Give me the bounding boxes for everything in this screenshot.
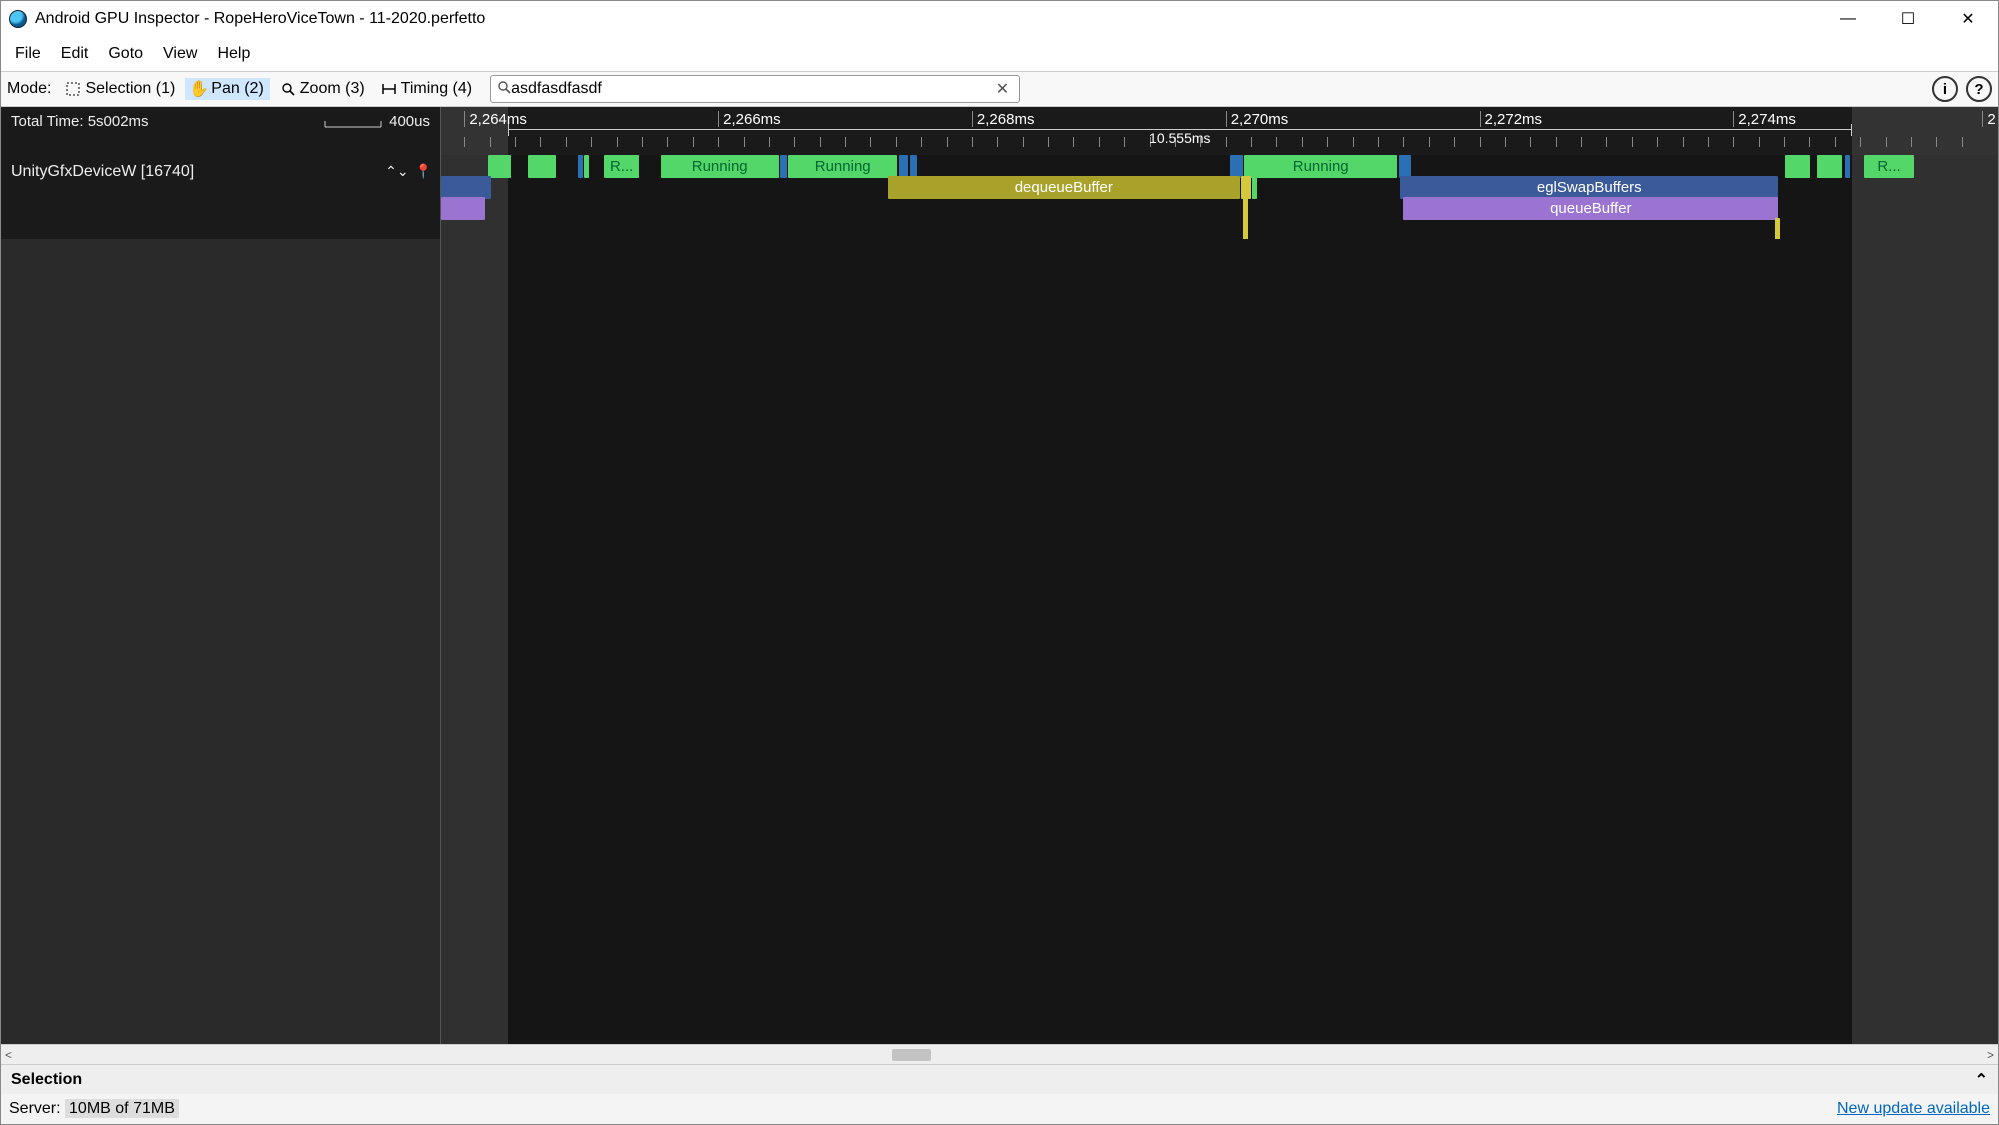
total-time-label: Total Time: 5s002ms bbox=[11, 113, 149, 130]
tick-label: 2,268ms bbox=[972, 111, 1035, 127]
trace-slice[interactable] bbox=[441, 176, 491, 199]
trace-slice[interactable] bbox=[1243, 197, 1248, 220]
mode-selection[interactable]: Selection (1) bbox=[59, 78, 181, 100]
trace-slice[interactable] bbox=[441, 197, 485, 220]
expand-panel-icon[interactable]: ⌃ bbox=[1975, 1070, 1988, 1090]
search-input[interactable] bbox=[511, 80, 992, 98]
trace-slice[interactable] bbox=[528, 155, 556, 178]
tick-label: 2,270ms bbox=[1226, 111, 1289, 127]
trace-slice[interactable] bbox=[584, 155, 589, 178]
menu-help[interactable]: Help bbox=[207, 41, 260, 67]
range-bracket: 10.555ms bbox=[508, 129, 1852, 145]
menu-file[interactable]: File bbox=[5, 41, 51, 67]
scroll-left-icon[interactable]: < bbox=[5, 1048, 12, 1062]
mode-pan[interactable]: ✋ Pan (2) bbox=[185, 78, 269, 100]
mode-zoom-label: Zoom (3) bbox=[300, 80, 365, 98]
update-link[interactable]: New update available bbox=[1837, 1100, 1990, 1118]
trace-slice[interactable]: dequeueBuffer bbox=[888, 176, 1240, 199]
trace-slice[interactable] bbox=[1230, 155, 1242, 178]
mode-timing[interactable]: Timing (4) bbox=[375, 78, 478, 100]
tick-label: 2,266ms bbox=[718, 111, 781, 127]
trace-slice[interactable] bbox=[780, 155, 786, 178]
mode-pan-label: Pan (2) bbox=[211, 80, 263, 98]
selection-icon bbox=[65, 81, 81, 97]
trace-slice[interactable] bbox=[899, 155, 908, 178]
menu-view[interactable]: View bbox=[153, 41, 207, 67]
window-controls: — ☐ ✕ bbox=[1818, 1, 1998, 37]
trace-slice[interactable] bbox=[578, 155, 583, 178]
trace-slice[interactable] bbox=[1243, 218, 1248, 239]
tick-label: 2,274ms bbox=[1733, 111, 1796, 127]
trace-slice[interactable]: R... bbox=[604, 155, 638, 178]
trace-slice[interactable]: Running bbox=[788, 155, 897, 178]
search-box[interactable]: ✕ bbox=[490, 75, 1020, 103]
info-button[interactable]: i bbox=[1932, 76, 1958, 102]
memory-usage: 10MB of 71MB bbox=[65, 1099, 179, 1118]
pin-icon[interactable]: 📍 bbox=[415, 163, 432, 180]
zoom-icon bbox=[280, 81, 296, 97]
track-lanes[interactable]: R... Running Running Running R... dequeueBuff… bbox=[441, 155, 1998, 239]
tick-label: 2,264ms bbox=[464, 111, 527, 127]
menu-goto[interactable]: Goto bbox=[98, 41, 153, 67]
timeline-empty-area bbox=[1, 239, 1998, 1044]
ruler-sidebar: Total Time: 5s002ms 400us bbox=[1, 107, 441, 155]
server-label: Server: bbox=[9, 1100, 61, 1117]
trace-slice[interactable] bbox=[1845, 155, 1850, 178]
track-name: UnityGfxDeviceW [16740] bbox=[11, 163, 194, 181]
selection-panel-header[interactable]: Selection ⌃ bbox=[1, 1064, 1998, 1094]
trace-slice[interactable]: Running bbox=[661, 155, 779, 178]
help-button[interactable]: ? bbox=[1966, 76, 1992, 102]
maximize-button[interactable]: ☐ bbox=[1878, 1, 1938, 37]
window-title: Android GPU Inspector - RopeHeroViceTown… bbox=[35, 10, 485, 28]
tick-label: 2 bbox=[1982, 111, 1995, 127]
ruler-row: Total Time: 5s002ms 400us 2,264ms 2,266ms… bbox=[1, 107, 1998, 155]
trace-slice[interactable] bbox=[1817, 155, 1842, 178]
status-bar: Server: 10MB of 71MB New update availabl… bbox=[1, 1094, 1998, 1124]
time-ruler[interactable]: 2,264ms 2,266ms 2,268ms 2,270ms 2,272ms 2,274… bbox=[441, 107, 1998, 155]
scale-label: 400us bbox=[389, 113, 430, 130]
trace-slice[interactable] bbox=[910, 155, 918, 178]
horizontal-scrollbar[interactable]: < > bbox=[1, 1044, 1998, 1064]
trace-slice[interactable] bbox=[1252, 176, 1257, 199]
trace-slice[interactable] bbox=[1775, 218, 1780, 239]
clear-search-icon[interactable]: ✕ bbox=[992, 79, 1013, 99]
app-icon bbox=[9, 10, 27, 28]
timing-icon bbox=[381, 81, 397, 97]
toolbar: Mode: Selection (1) ✋ Pan (2) Zoom (3) T… bbox=[1, 71, 1998, 107]
scale-indicator: 400us bbox=[323, 113, 430, 130]
trace-slice[interactable] bbox=[1785, 155, 1810, 178]
track-header[interactable]: UnityGfxDeviceW [16740] ⌃⌄ 📍 bbox=[1, 155, 441, 239]
collapse-icon[interactable]: ⌃⌄ bbox=[385, 163, 408, 180]
tick-label: 2,272ms bbox=[1480, 111, 1543, 127]
trace-slice[interactable] bbox=[488, 155, 511, 178]
selection-title: Selection bbox=[11, 1071, 82, 1089]
mode-timing-label: Timing (4) bbox=[401, 80, 472, 98]
title-bar: Android GPU Inspector - RopeHeroViceTown… bbox=[1, 1, 1998, 37]
minimize-button[interactable]: — bbox=[1818, 1, 1878, 37]
timeline-area: Total Time: 5s002ms 400us 2,264ms 2,266ms… bbox=[1, 107, 1998, 1044]
menu-bar: File Edit Goto View Help bbox=[1, 37, 1998, 71]
mode-label: Mode: bbox=[7, 80, 51, 98]
trace-slice[interactable]: R... bbox=[1864, 155, 1914, 178]
trace-slice[interactable]: Running bbox=[1244, 155, 1397, 178]
track-row: UnityGfxDeviceW [16740] ⌃⌄ 📍 R... Running… bbox=[1, 155, 1998, 239]
hand-icon: ✋ bbox=[191, 81, 207, 97]
mode-selection-label: Selection (1) bbox=[85, 80, 175, 98]
menu-edit[interactable]: Edit bbox=[51, 41, 99, 67]
close-button[interactable]: ✕ bbox=[1938, 1, 1998, 37]
mode-zoom[interactable]: Zoom (3) bbox=[274, 78, 371, 100]
scroll-right-icon[interactable]: > bbox=[1987, 1048, 1994, 1062]
trace-slice[interactable]: eglSwapBuffers bbox=[1400, 176, 1778, 199]
trace-slice[interactable] bbox=[1399, 155, 1411, 178]
search-icon bbox=[497, 80, 511, 99]
trace-slice[interactable]: queueBuffer bbox=[1403, 197, 1778, 220]
trace-slice[interactable] bbox=[1241, 176, 1250, 199]
